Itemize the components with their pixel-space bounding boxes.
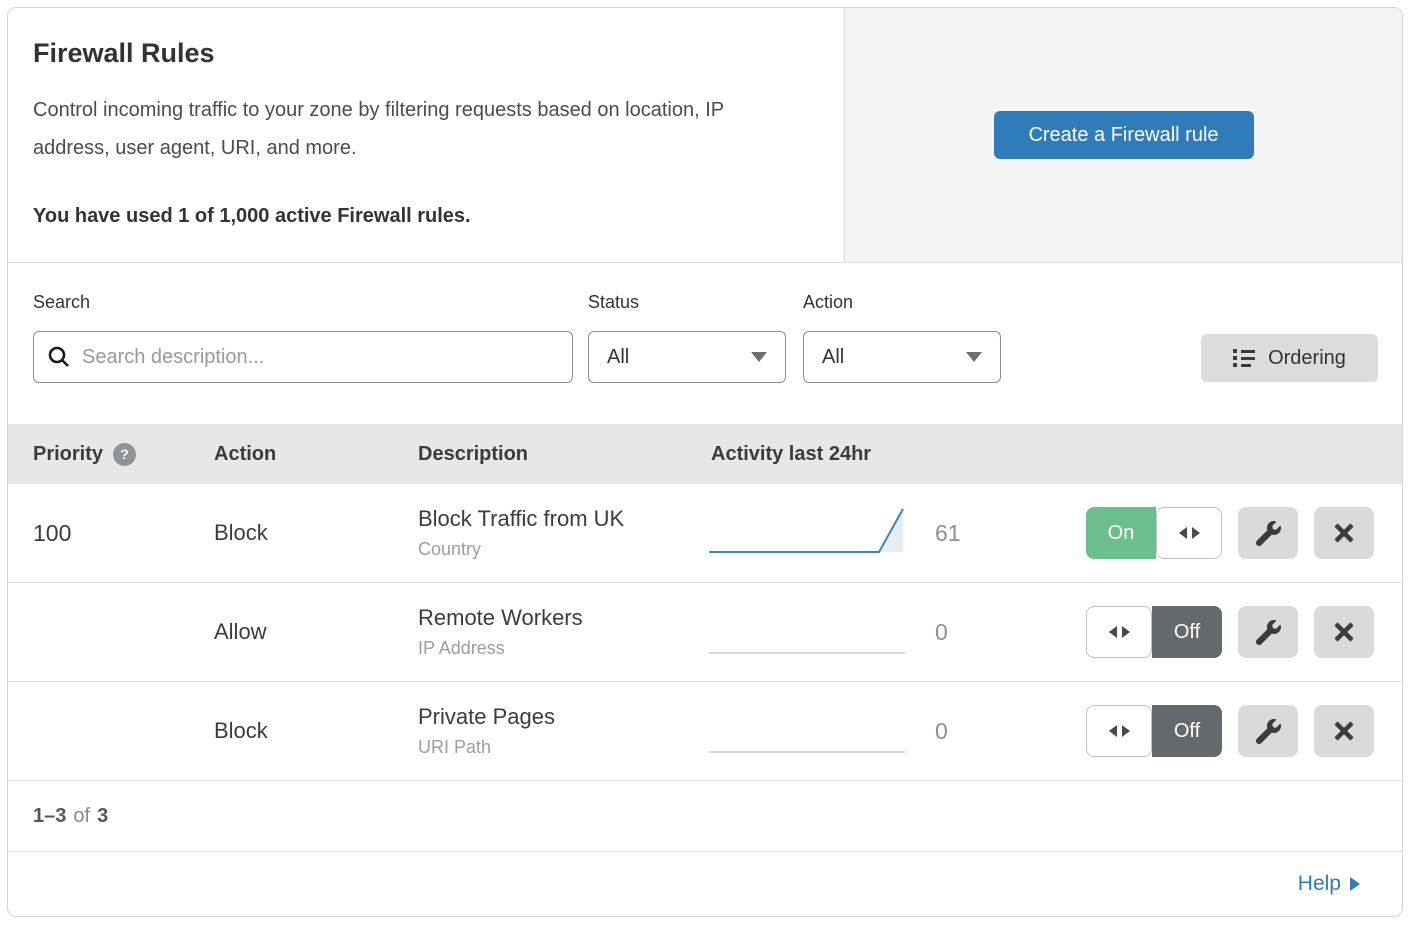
action-selected-value: All — [822, 346, 844, 369]
delete-rule-button[interactable] — [1314, 606, 1374, 658]
rule-description-cell: Block Traffic from UK Country — [418, 506, 701, 560]
rule-description-cell: Private Pages URI Path — [418, 704, 701, 758]
column-header-activity: Activity last 24hr — [701, 443, 1018, 466]
table-row: 100 Block Block Traffic from UK Country … — [8, 484, 1402, 583]
pagination-range: 1–3 — [33, 805, 66, 828]
toggle-handle-icon — [1086, 705, 1152, 757]
rule-description-cell: Remote Workers IP Address — [418, 605, 701, 659]
search-filter-group: Search — [33, 291, 573, 424]
rule-match-type: URI Path — [418, 737, 701, 758]
header-action-panel: Create a Firewall rule — [845, 8, 1402, 263]
pagination-total: 3 — [97, 805, 108, 828]
status-label: Status — [588, 291, 786, 313]
activity-sparkline — [701, 502, 911, 565]
edit-rule-button[interactable] — [1238, 507, 1298, 559]
close-icon — [1333, 522, 1355, 544]
toggle-state-label: On — [1086, 507, 1156, 559]
pagination-of-label: of — [73, 805, 90, 828]
table-row: Block Private Pages URI Path 0 Off — [8, 682, 1402, 781]
table-header: Priority ? Action Description Activity l… — [8, 424, 1402, 484]
filter-bar: Search Status All Action All — [8, 263, 1402, 424]
priority-help-icon[interactable]: ? — [113, 443, 136, 466]
activity-sparkline — [701, 700, 911, 763]
rule-description: Remote Workers — [418, 605, 701, 631]
close-icon — [1333, 720, 1355, 742]
rule-enabled-toggle[interactable]: Off — [1086, 606, 1222, 658]
rule-priority: 100 — [33, 520, 214, 547]
rule-match-type: Country — [418, 539, 701, 560]
rule-action: Allow — [214, 619, 418, 645]
search-icon — [47, 345, 71, 369]
activity-count: 0 — [911, 718, 1018, 745]
chevron-down-icon — [966, 352, 982, 362]
page-description: Control incoming traffic to your zone by… — [33, 91, 804, 167]
search-input[interactable] — [33, 331, 573, 383]
toggle-state-label: Off — [1152, 606, 1222, 658]
activity-count: 61 — [911, 520, 1018, 547]
list-ordering-icon — [1233, 349, 1255, 367]
header-section: Firewall Rules Control incoming traffic … — [8, 8, 1402, 263]
pagination: 1–3 of 3 — [8, 781, 1402, 852]
column-header-priority: Priority ? — [33, 443, 214, 466]
firewall-rules-card: Firewall Rules Control incoming traffic … — [7, 7, 1403, 917]
activity-count: 0 — [911, 619, 1018, 646]
action-select[interactable]: All — [803, 331, 1001, 383]
column-header-description: Description — [418, 443, 701, 466]
rule-enabled-toggle[interactable]: On — [1086, 507, 1222, 559]
usage-note: You have used 1 of 1,000 active Firewall… — [33, 205, 804, 228]
close-icon — [1333, 621, 1355, 643]
edit-rule-button[interactable] — [1238, 705, 1298, 757]
toggle-state-label: Off — [1152, 705, 1222, 757]
status-selected-value: All — [607, 346, 629, 369]
ordering-button[interactable]: Ordering — [1201, 334, 1378, 382]
priority-header-label: Priority — [33, 443, 103, 466]
edit-rule-button[interactable] — [1238, 606, 1298, 658]
toggle-handle-icon — [1156, 507, 1222, 559]
action-filter-group: Action All — [803, 291, 1001, 424]
rule-controls: Off — [1018, 705, 1402, 757]
activity-sparkline — [701, 601, 911, 664]
column-header-action: Action — [214, 443, 418, 466]
card-footer: Help — [8, 852, 1402, 915]
toggle-handle-icon — [1086, 606, 1152, 658]
delete-rule-button[interactable] — [1314, 507, 1374, 559]
ordering-button-label: Ordering — [1268, 347, 1346, 370]
status-filter-group: Status All — [588, 291, 786, 424]
wrench-icon — [1256, 620, 1281, 645]
table-row: Allow Remote Workers IP Address 0 Off — [8, 583, 1402, 682]
rule-controls: Off — [1018, 606, 1402, 658]
status-select[interactable]: All — [588, 331, 786, 383]
rule-match-type: IP Address — [418, 638, 701, 659]
chevron-down-icon — [751, 352, 767, 362]
rule-enabled-toggle[interactable]: Off — [1086, 705, 1222, 757]
rule-action: Block — [214, 718, 418, 744]
page-title: Firewall Rules — [33, 38, 804, 69]
help-link-label: Help — [1298, 872, 1341, 896]
caret-right-icon — [1350, 877, 1360, 891]
header-text-block: Firewall Rules Control incoming traffic … — [8, 8, 845, 263]
wrench-icon — [1256, 719, 1281, 744]
rule-description: Block Traffic from UK — [418, 506, 701, 532]
create-firewall-rule-button[interactable]: Create a Firewall rule — [994, 111, 1254, 159]
action-label: Action — [803, 291, 1001, 313]
rule-action: Block — [214, 520, 418, 546]
search-label: Search — [33, 291, 573, 313]
search-box — [33, 331, 573, 383]
wrench-icon — [1256, 521, 1281, 546]
help-link[interactable]: Help — [1298, 872, 1360, 896]
rule-controls: On — [1018, 507, 1402, 559]
rule-description: Private Pages — [418, 704, 701, 730]
delete-rule-button[interactable] — [1314, 705, 1374, 757]
